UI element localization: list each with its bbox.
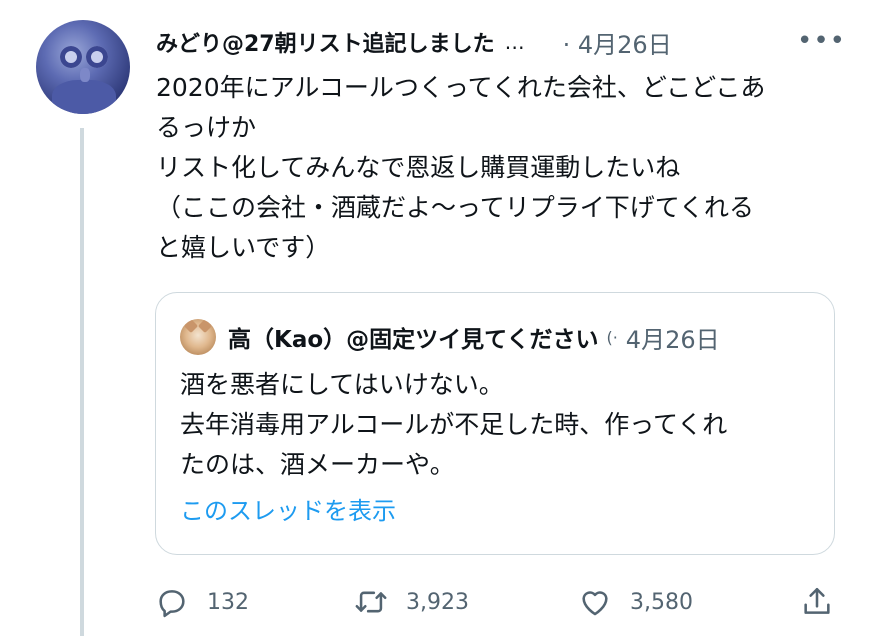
quote-avatar	[180, 319, 216, 355]
tweet-text-line: リスト化してみんなで恩返し購買運動したいね	[156, 153, 681, 182]
action-bar: 132 3,923 3,580	[150, 580, 850, 624]
like-button[interactable]: 3,580	[578, 580, 693, 624]
show-thread-link[interactable]: このスレッドを表示	[180, 491, 396, 526]
quote-timestamp: 4月26日	[625, 325, 720, 354]
avatar-owl-eye	[86, 46, 108, 68]
share-button[interactable]	[800, 580, 834, 624]
name-ellipsis: …	[504, 30, 525, 54]
quote-text: 酒を悪者にしてはいけない。 去年消毒用アルコールが不足した時、作ってくれ たのは…	[180, 365, 820, 485]
quote-text-line: 去年消毒用アルコールが不足した時、作ってくれ	[180, 410, 728, 439]
quote-separator: (·	[606, 327, 618, 347]
tweet-text-line: （ここの会社・酒蔵だよ〜ってリプライ下げてくれる	[156, 193, 755, 222]
quote-display-name: 高（Kao）@固定ツイ見てください	[228, 327, 599, 353]
tweet-header: みどり@27朝リスト追記しました … · 4月26日 •••	[156, 22, 846, 62]
retweet-count: 3,923	[406, 589, 469, 615]
avatar-owl-body	[52, 80, 116, 114]
quote-header: 高（Kao）@固定ツイ見てください (· 4月26日	[180, 319, 820, 355]
more-icon[interactable]: •••	[797, 26, 846, 56]
tweet-text-line: るっけか	[156, 113, 257, 142]
user-avatar[interactable]	[36, 20, 130, 114]
share-icon	[804, 587, 830, 614]
avatar-cat-ear	[197, 319, 213, 334]
thread-line	[80, 128, 84, 636]
like-count: 3,580	[630, 589, 693, 615]
retweet-icon	[355, 591, 387, 613]
quote-tweet-card[interactable]: 高（Kao）@固定ツイ見てください (· 4月26日 酒を悪者にしてはいけない。…	[155, 292, 835, 555]
tweet-timestamp[interactable]: · 4月26日	[563, 25, 672, 60]
reply-button[interactable]: 132	[155, 580, 249, 624]
like-icon	[582, 591, 608, 616]
quote-text-line: 酒を悪者にしてはいけない。	[180, 370, 504, 399]
tweet-text-line: と嬉しいです）	[156, 233, 331, 262]
reply-count: 132	[207, 589, 249, 615]
avatar-owl-eye	[60, 46, 82, 68]
avatar-owl-beak	[80, 68, 90, 82]
avatar-cat-ear	[183, 319, 199, 334]
tweet-text-line: 2020年にアルコールつくってくれた会社、どこどこあ	[156, 73, 766, 102]
tweet-text: 2020年にアルコールつくってくれた会社、どこどこあ るっけか リスト化してみん…	[156, 68, 836, 268]
quote-text-line: たのは、酒メーカーや。	[180, 450, 455, 479]
reply-icon	[159, 590, 185, 618]
display-name[interactable]: みどり@27朝リスト追記しました	[156, 26, 495, 58]
retweet-button[interactable]: 3,923	[354, 580, 469, 624]
